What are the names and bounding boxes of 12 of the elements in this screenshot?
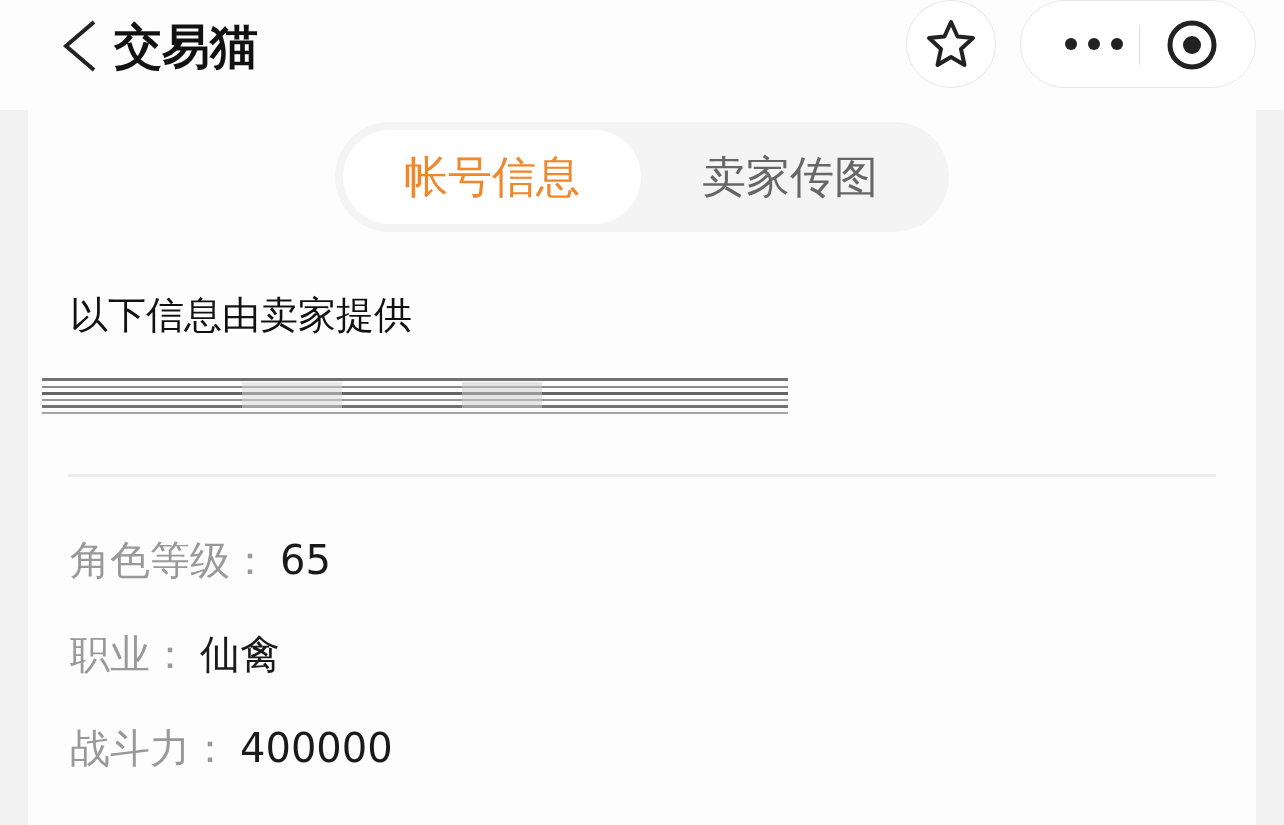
page-title: 交易猫	[114, 17, 258, 76]
tab[interactable]: 卖家传图	[641, 130, 939, 224]
field-value: 仙禽	[200, 630, 280, 679]
star-icon	[924, 18, 978, 70]
field-label: 角色等级：	[70, 536, 270, 585]
field-value: 400000	[240, 724, 393, 773]
field-label: 职业：	[70, 630, 190, 679]
field-label: 战斗力：	[70, 724, 230, 773]
field-value: 65	[280, 536, 331, 585]
more-icon	[1064, 37, 1124, 51]
notice-text: 以下信息由卖家提供	[70, 292, 413, 339]
target-icon	[1166, 19, 1218, 71]
